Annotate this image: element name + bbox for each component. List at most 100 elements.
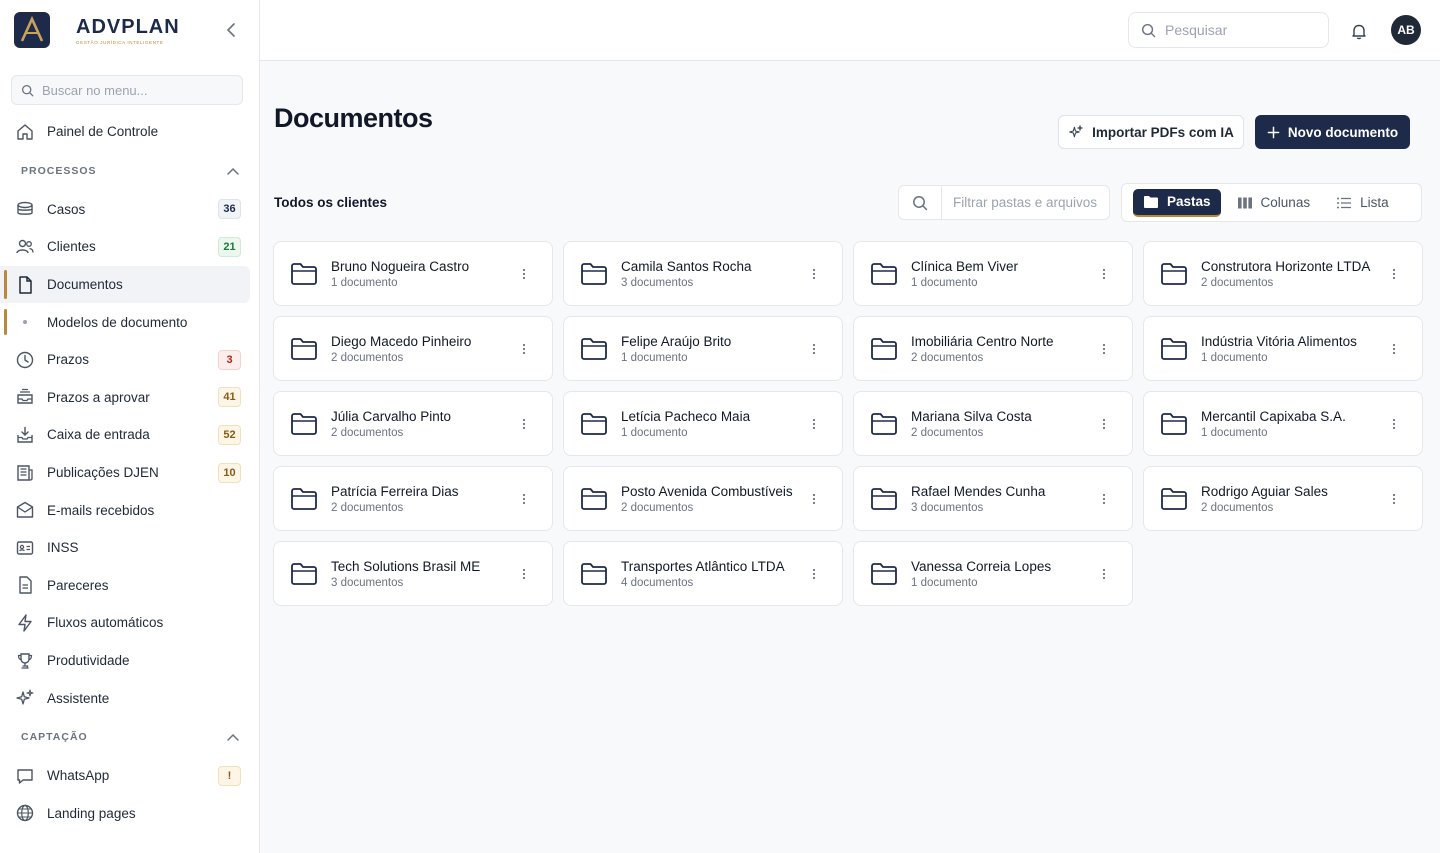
brand-name: ADVPLAN xyxy=(76,15,180,38)
bolt-icon xyxy=(14,612,36,634)
more-options-icon[interactable] xyxy=(514,489,534,509)
sidebar-item-label: Landing pages xyxy=(47,805,136,821)
more-options-icon[interactable] xyxy=(1094,339,1114,359)
more-options-icon[interactable] xyxy=(514,339,534,359)
more-options-icon[interactable] xyxy=(1094,489,1114,509)
folder-count: 2 documentos xyxy=(331,426,404,439)
folder-card[interactable]: Clínica Bem Viver 1 documento xyxy=(853,241,1133,306)
more-options-icon[interactable] xyxy=(1384,414,1404,434)
more-options-icon[interactable] xyxy=(1384,264,1404,284)
folder-card[interactable]: Júlia Carvalho Pinto 2 documentos xyxy=(273,391,553,456)
sidebar-item-documentos[interactable]: Documentos xyxy=(0,265,250,304)
folder-count: 3 documentos xyxy=(911,501,984,514)
folder-name: Letícia Pacheco Maia xyxy=(621,408,751,424)
folder-icon xyxy=(289,259,319,289)
folder-card[interactable]: Mercantil Capixaba S.A. 1 documento xyxy=(1143,391,1423,456)
notifications-button[interactable] xyxy=(1347,19,1371,43)
folder-card[interactable]: Mariana Silva Costa 2 documentos xyxy=(853,391,1133,456)
more-options-icon[interactable] xyxy=(1094,264,1114,284)
folder-card[interactable]: Bruno Nogueira Castro 1 documento xyxy=(273,241,553,306)
folder-card[interactable]: Letícia Pacheco Maia 1 documento xyxy=(563,391,843,456)
newspaper-icon xyxy=(14,462,36,484)
folder-count: 1 documento xyxy=(1201,351,1268,364)
count-badge: 41 xyxy=(218,387,241,408)
count-badge: 36 xyxy=(218,199,241,220)
folder-card[interactable]: Posto Avenida Combustíveis 2 documentos xyxy=(563,466,843,531)
more-options-icon[interactable] xyxy=(804,339,824,359)
sidebar-item-produtividade[interactable]: Produtividade xyxy=(0,642,259,680)
more-options-icon[interactable] xyxy=(1384,489,1404,509)
user-avatar[interactable]: AB xyxy=(1391,15,1421,45)
bell-icon xyxy=(1352,24,1366,39)
folder-card[interactable]: Imobiliária Centro Norte 2 documentos xyxy=(853,316,1133,381)
sidebar-item-prazos-aprovar[interactable]: Prazos a aprovar 41 xyxy=(0,379,259,417)
folder-card[interactable]: Vanessa Correia Lopes 1 documento xyxy=(853,541,1133,606)
folder-card[interactable]: Patrícia Ferreira Dias 2 documentos xyxy=(273,466,553,531)
view-label: Colunas xyxy=(1260,195,1311,210)
sidebar-item-landing-pages[interactable]: Landing pages xyxy=(0,795,259,833)
folder-card[interactable]: Construtora Horizonte LTDA 2 documentos xyxy=(1143,241,1423,306)
folder-card[interactable]: Diego Macedo Pinheiro 2 documentos xyxy=(273,316,553,381)
sidebar-item-inss[interactable]: INSS xyxy=(0,529,259,567)
sidebar-item-assistente[interactable]: Assistente xyxy=(0,679,259,717)
folder-icon xyxy=(1144,195,1158,208)
sidebar-item-fluxos[interactable]: Fluxos automáticos xyxy=(0,604,259,642)
collapse-sidebar-button[interactable] xyxy=(222,20,240,40)
sidebar-item-pareceres[interactable]: Pareceres xyxy=(0,567,259,605)
sidebar-item-label: Publicações DJEN xyxy=(47,465,159,481)
more-options-icon[interactable] xyxy=(514,264,534,284)
section-captacao[interactable]: CAPTAÇÃO xyxy=(0,717,259,757)
global-search-input[interactable] xyxy=(1165,22,1315,38)
folder-count: 1 documento xyxy=(621,426,688,439)
logo[interactable] xyxy=(14,12,50,48)
folder-count: 3 documentos xyxy=(331,576,404,589)
more-options-icon[interactable] xyxy=(804,564,824,584)
sidebar-item-publicacoes[interactable]: Publicações DJEN 10 xyxy=(0,454,259,492)
folder-card[interactable]: Transportes Atlântico LTDA 4 documentos xyxy=(563,541,843,606)
file-icon xyxy=(14,274,36,296)
more-options-icon[interactable] xyxy=(1384,339,1404,359)
folder-card[interactable]: Felipe Araújo Brito 1 documento xyxy=(563,316,843,381)
sidebar-item-modelos[interactable]: Modelos de documento xyxy=(0,303,259,341)
folder-card[interactable]: Rafael Mendes Cunha 3 documentos xyxy=(853,466,1133,531)
filter-input[interactable] xyxy=(953,195,1103,210)
view-colunas-button[interactable]: Colunas xyxy=(1227,189,1321,217)
sidebar-item-painel[interactable]: Painel de Controle xyxy=(0,113,259,151)
menu-search-input[interactable] xyxy=(42,82,222,98)
menu-search xyxy=(11,75,243,105)
sidebar-item-clientes[interactable]: Clientes 21 xyxy=(0,228,259,266)
more-options-icon[interactable] xyxy=(804,414,824,434)
search-icon xyxy=(899,186,942,219)
sidebar-item-label: Produtividade xyxy=(47,653,130,669)
chevron-up-icon xyxy=(227,733,239,741)
folder-count: 1 documento xyxy=(1201,426,1268,439)
view-pastas-button[interactable]: Pastas xyxy=(1133,188,1221,217)
more-options-icon[interactable] xyxy=(514,414,534,434)
sidebar-item-label: E-mails recebidos xyxy=(47,502,155,518)
new-document-button[interactable]: Novo documento xyxy=(1255,115,1410,149)
chat-icon xyxy=(14,765,36,787)
globe-icon xyxy=(14,802,36,824)
sidebar-item-casos[interactable]: Casos 36 xyxy=(0,191,259,229)
more-options-icon[interactable] xyxy=(1094,564,1114,584)
section-processos[interactable]: PROCESSOS xyxy=(0,151,259,191)
folder-icon xyxy=(869,559,899,589)
sidebar-item-caixa-entrada[interactable]: Caixa de entrada 52 xyxy=(0,416,259,454)
folder-icon xyxy=(579,484,609,514)
folder-card[interactable]: Indústria Vitória Alimentos 1 documento xyxy=(1143,316,1423,381)
sidebar-item-prazos[interactable]: Prazos 3 xyxy=(0,341,259,379)
count-badge: 10 xyxy=(218,462,241,483)
folder-name: Construtora Horizonte LTDA xyxy=(1201,258,1371,274)
more-options-icon[interactable] xyxy=(804,489,824,509)
folder-icon xyxy=(289,409,319,439)
folder-card[interactable]: Camila Santos Rocha 3 documentos xyxy=(563,241,843,306)
view-lista-button[interactable]: Lista xyxy=(1326,189,1399,217)
sidebar-item-whatsapp[interactable]: WhatsApp ! xyxy=(0,757,259,795)
more-options-icon[interactable] xyxy=(804,264,824,284)
folder-card[interactable]: Tech Solutions Brasil ME 3 documentos xyxy=(273,541,553,606)
more-options-icon[interactable] xyxy=(1094,414,1114,434)
sidebar-item-emails[interactable]: E-mails recebidos xyxy=(0,491,259,529)
folder-card[interactable]: Rodrigo Aguiar Sales 2 documentos xyxy=(1143,466,1423,531)
import-pdfs-button[interactable]: Importar PDFs com IA xyxy=(1058,115,1244,149)
more-options-icon[interactable] xyxy=(514,564,534,584)
